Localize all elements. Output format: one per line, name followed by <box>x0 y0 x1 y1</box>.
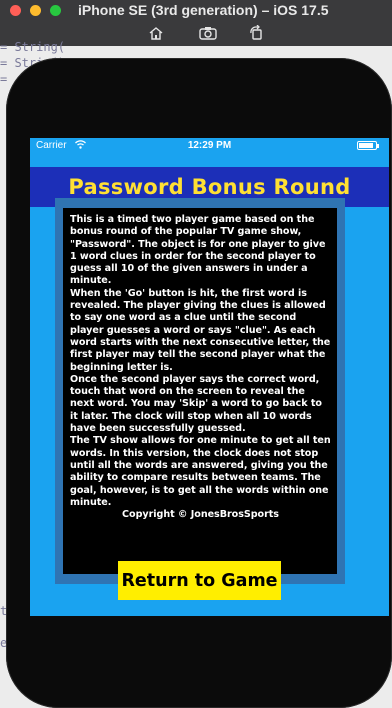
app-screen: Carrier 12:29 PM Password Bonus Round Th… <box>30 138 389 616</box>
screenshot-icon[interactable] <box>198 24 218 42</box>
zoom-window-button[interactable] <box>50 5 61 16</box>
battery-icon <box>357 141 379 150</box>
battery-level <box>359 143 373 148</box>
return-to-game-label: Return to Game <box>121 570 278 591</box>
status-time: 12:29 PM <box>187 140 232 151</box>
background-code-line: = String( <box>0 40 66 54</box>
instructions-paragraph: The TV show allows for one minute to get… <box>70 435 331 508</box>
minimize-window-button[interactable] <box>30 5 41 16</box>
instructions-panel: This is a timed two player game based on… <box>55 198 345 584</box>
instructions-paragraph: This is a timed two player game based on… <box>70 214 326 287</box>
instructions-paragraph: When the 'Go' button is hit, the first w… <box>70 287 331 373</box>
status-bar: Carrier 12:29 PM <box>30 138 389 154</box>
window-title: iPhone SE (3rd generation) – iOS 17.5 <box>78 2 329 18</box>
close-window-button[interactable] <box>10 5 21 16</box>
instructions-paragraph: Once the second player says the correct … <box>70 373 322 435</box>
home-icon[interactable] <box>146 24 166 42</box>
rotate-icon[interactable] <box>246 24 266 42</box>
return-to-game-button[interactable]: Return to Game <box>118 561 281 600</box>
page-title: Password Bonus Round <box>68 175 351 199</box>
copyright-notice: Copyright © JonesBrosSports <box>122 509 279 521</box>
background-code-line: = <box>0 72 8 86</box>
instructions-text: This is a timed two player game based on… <box>63 208 337 574</box>
